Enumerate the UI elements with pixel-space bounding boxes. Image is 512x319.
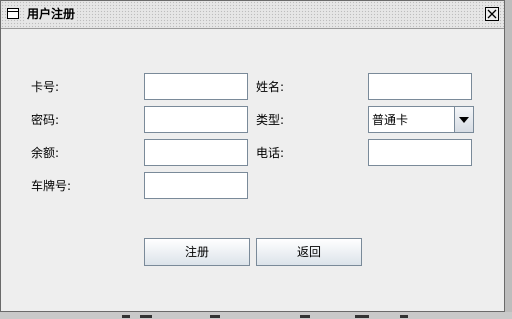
back-button[interactable]: 返回 <box>256 238 362 266</box>
type-label: 类型: <box>256 113 285 127</box>
desktop-background-strip <box>0 312 512 319</box>
plate-label: 车牌号: <box>31 179 72 193</box>
card-type-select[interactable]: 普通卡 <box>368 106 474 133</box>
plate-input[interactable] <box>144 172 248 199</box>
password-input[interactable] <box>144 106 248 133</box>
balance-label: 余额: <box>31 146 60 160</box>
card-type-value: 普通卡 <box>372 113 409 127</box>
phone-input[interactable] <box>368 139 472 166</box>
register-window: 用户注册 卡号: 姓名: 密码: 类型: 普通卡 余额: 电话: 车牌号: 注册… <box>0 0 505 312</box>
balance-input[interactable] <box>144 139 248 166</box>
desktop-background <box>505 0 512 312</box>
card-no-input[interactable] <box>144 73 248 100</box>
title-bar[interactable]: 用户注册 <box>1 1 504 29</box>
close-icon[interactable] <box>485 7 499 21</box>
register-button[interactable]: 注册 <box>144 238 250 266</box>
password-label: 密码: <box>31 113 60 127</box>
name-label: 姓名: <box>256 80 285 94</box>
phone-label: 电话: <box>256 146 285 160</box>
name-input[interactable] <box>368 73 472 100</box>
window-title: 用户注册 <box>25 6 78 22</box>
window-icon <box>7 8 19 19</box>
card-no-label: 卡号: <box>31 80 60 94</box>
chevron-down-icon[interactable] <box>454 107 473 132</box>
